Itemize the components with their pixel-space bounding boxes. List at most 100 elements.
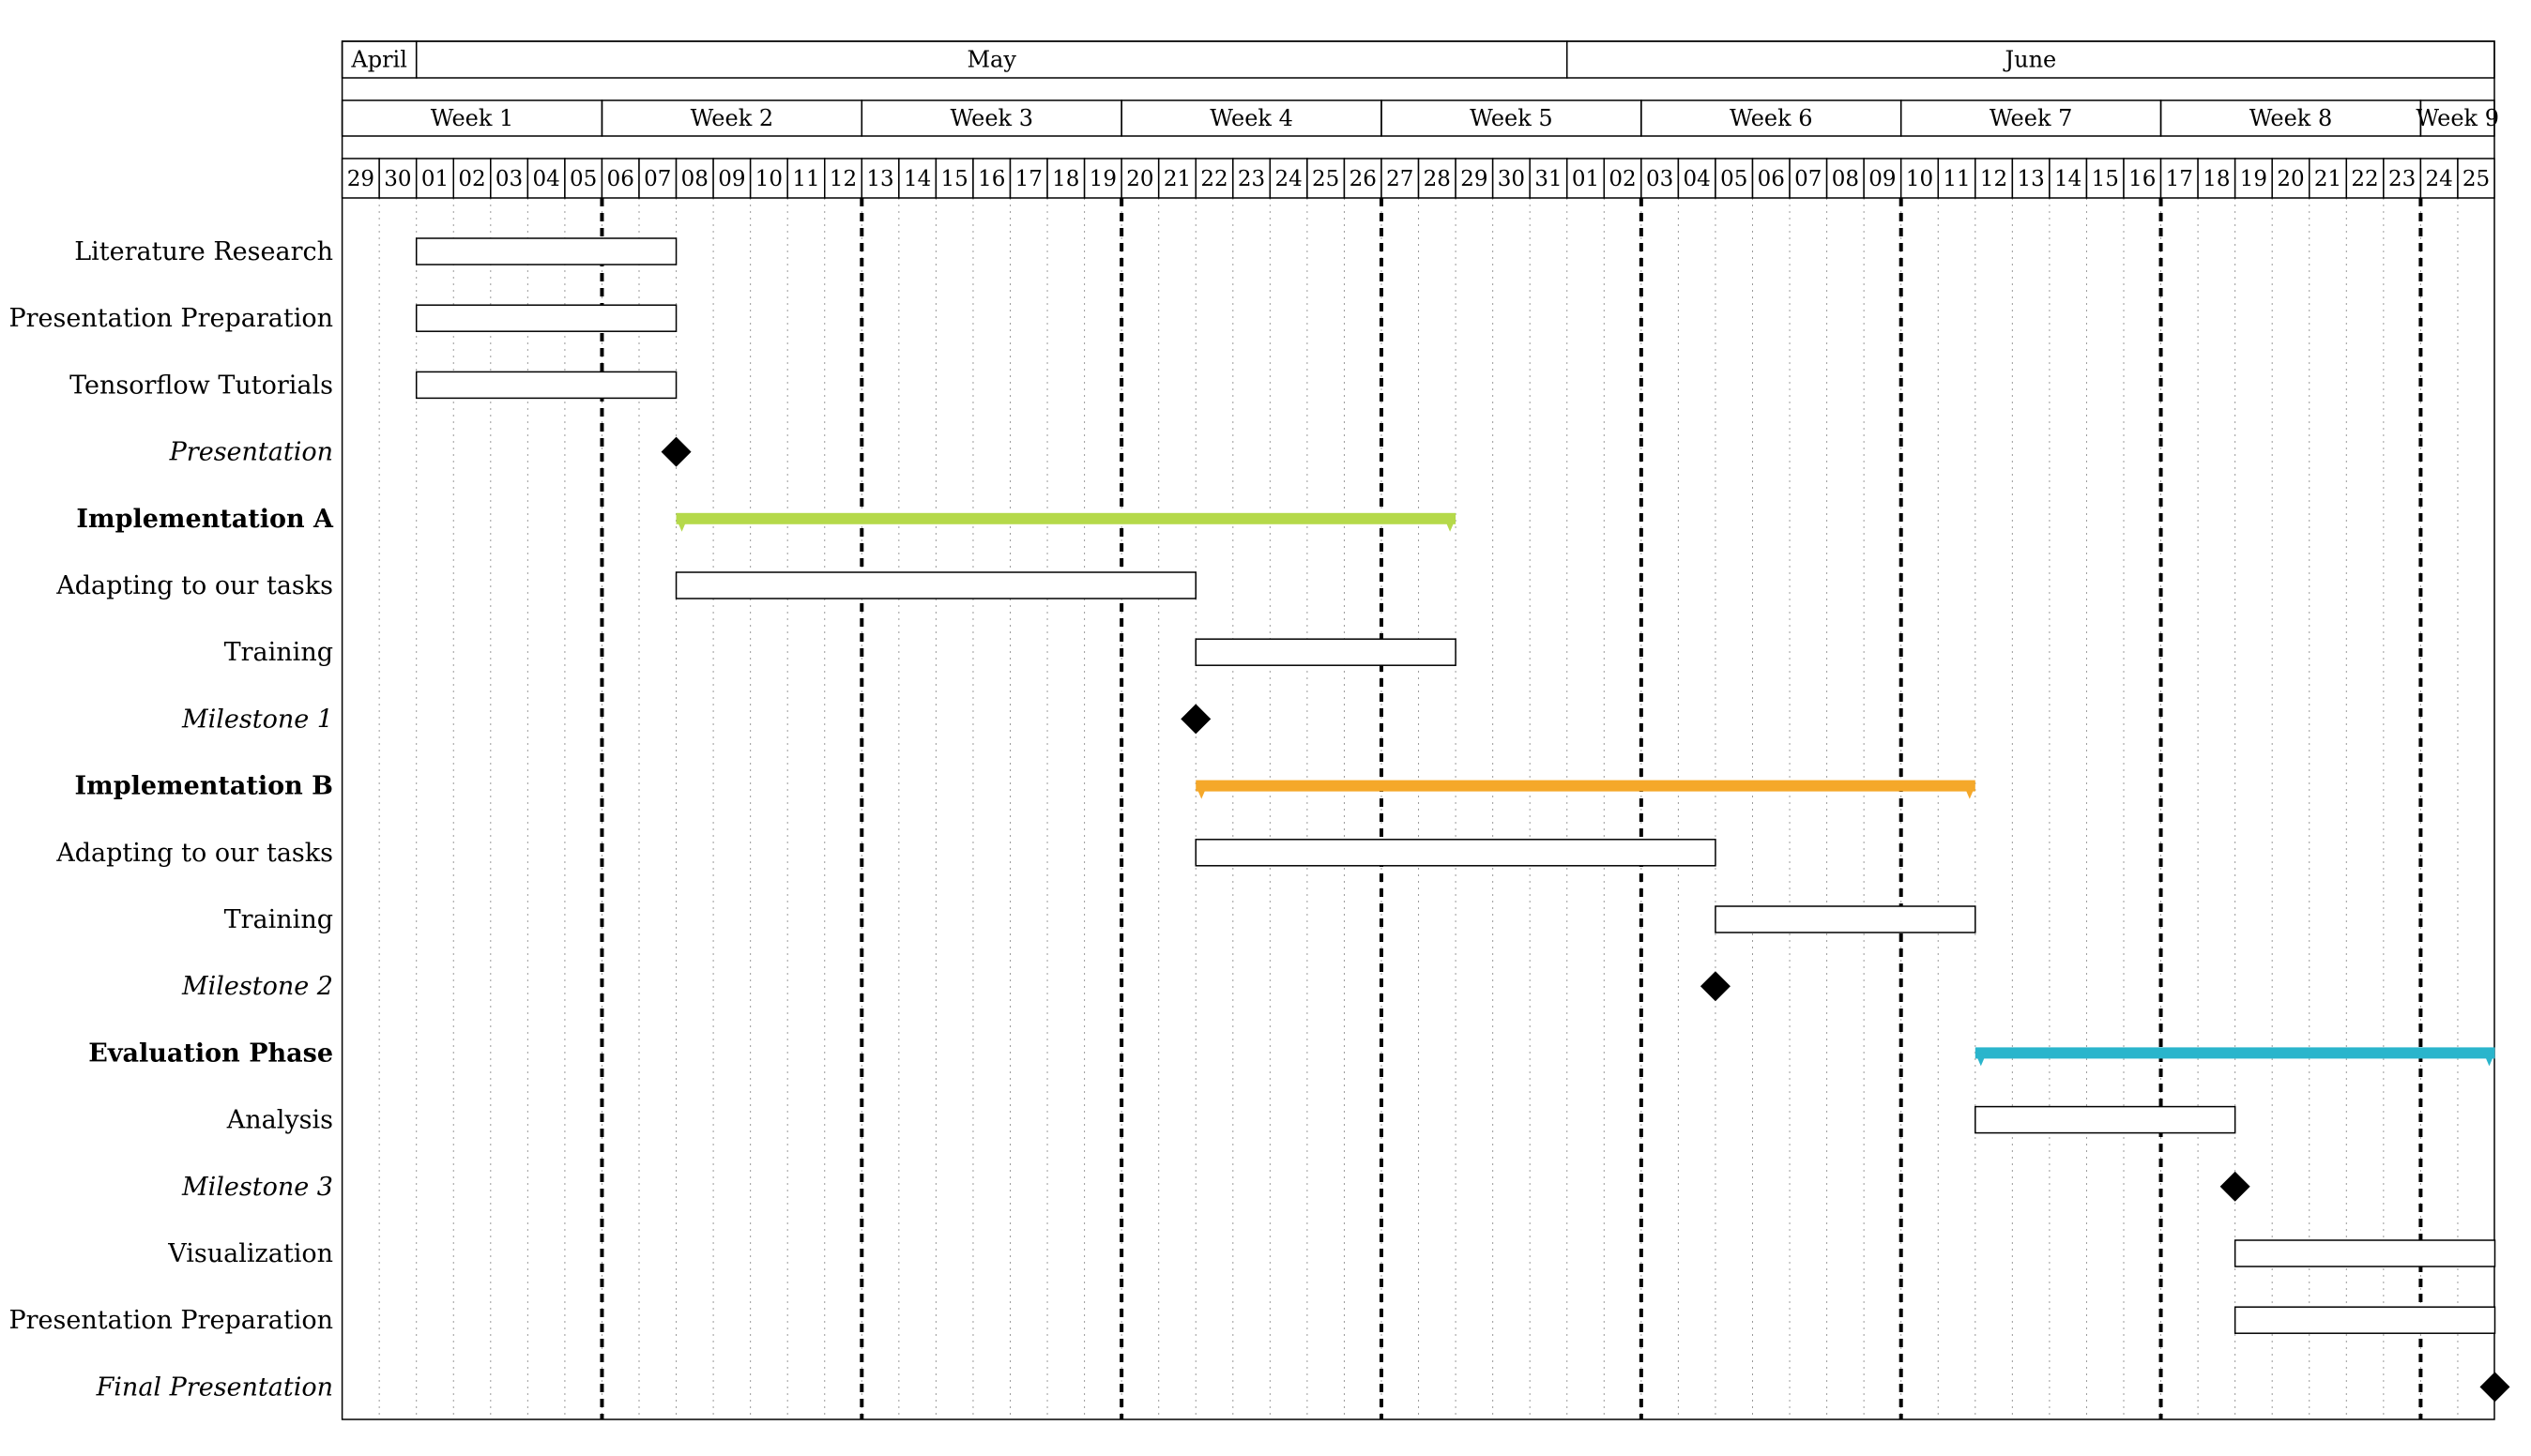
day-label: 19	[2240, 167, 2267, 191]
day-label: 04	[1684, 167, 1711, 191]
day-label: 24	[1274, 167, 1302, 191]
group-bar-start-cap	[1974, 1053, 1987, 1067]
day-label: 09	[718, 167, 745, 191]
group-bar-start-cap	[1196, 785, 1208, 799]
day-label: 29	[1460, 167, 1487, 191]
row-label: Adapting to our tasks	[55, 839, 333, 868]
gantt-chart: April May June Week 1 Week 2 Week 3 Week 4 Week…	[8, 40, 2510, 1420]
day-label: 18	[2203, 167, 2230, 191]
day-label: 27	[1386, 167, 1413, 191]
day-label: 26	[1349, 167, 1377, 191]
week-label: Week 6	[1730, 105, 1813, 131]
row-label: Presentation Preparation	[8, 1306, 333, 1335]
task-bar	[415, 371, 678, 400]
task-bar	[415, 304, 678, 332]
day-label: 17	[2166, 167, 2193, 191]
row-label: Implementation B	[75, 772, 333, 801]
day-label: 19	[1090, 167, 1117, 191]
day-label: 06	[607, 167, 634, 191]
row-label: Milestone 3	[181, 1173, 333, 1202]
task-bar	[675, 571, 1197, 599]
day-label: 25	[2462, 167, 2490, 191]
day-label: 10	[1906, 167, 1933, 191]
milestone-diamond	[661, 436, 692, 467]
group-bar-end-cap	[1963, 785, 1975, 799]
day-label: 05	[1720, 167, 1747, 191]
task-bar	[1974, 1105, 2236, 1134]
week-label: Week 1	[431, 105, 514, 131]
day-label: 08	[681, 167, 709, 191]
week-label: Week 8	[2249, 105, 2333, 131]
day-label: 07	[1794, 167, 1822, 191]
day-label: 16	[2128, 167, 2156, 191]
day-label: 14	[2054, 167, 2081, 191]
day-label: 30	[1498, 167, 1525, 191]
day-label: 20	[1126, 167, 1153, 191]
day-label: 12	[1980, 167, 2007, 191]
task-bar	[1715, 905, 1976, 933]
day-label: 20	[2277, 167, 2304, 191]
group-bar	[676, 512, 1456, 524]
day-label: 15	[941, 167, 968, 191]
week-label: Week 4	[1210, 105, 1293, 131]
row-label: Implementation A	[76, 505, 334, 534]
day-label: 17	[1015, 167, 1043, 191]
row-label: Visualization	[167, 1239, 333, 1268]
day-label: 03	[496, 167, 523, 191]
day-label: 13	[2017, 167, 2044, 191]
day-label: 14	[904, 167, 931, 191]
row-label: Tensorflow Tutorials	[69, 371, 333, 400]
day-label: 22	[2351, 167, 2378, 191]
group-bar-end-cap	[2483, 1053, 2495, 1067]
group-bar-end-cap	[1444, 518, 1456, 532]
week-label: Week 3	[950, 105, 1033, 131]
week-label: Week 7	[1990, 105, 2073, 131]
day-label: 11	[792, 167, 819, 191]
milestone-diamond	[1700, 971, 1731, 1002]
task-bar	[1195, 839, 1716, 867]
day-label: 25	[1312, 167, 1339, 191]
week-label: Week 9	[2416, 105, 2499, 131]
task-bar	[2234, 1306, 2496, 1334]
month-label: June	[2003, 47, 2057, 73]
task-bar	[415, 237, 678, 265]
row-label: Presentation Preparation	[8, 304, 333, 333]
day-label: 01	[421, 167, 449, 191]
day-label: 28	[1424, 167, 1451, 191]
day-label: 13	[866, 167, 893, 191]
week-label: Week 2	[691, 105, 774, 131]
day-label: 11	[1943, 167, 1970, 191]
row-label: Adapting to our tasks	[55, 571, 333, 600]
task-bar	[2234, 1239, 2496, 1267]
row-label: Milestone 1	[181, 705, 333, 734]
day-label: 30	[384, 167, 411, 191]
group-bar	[1974, 1047, 2495, 1059]
day-label: 01	[1572, 167, 1599, 191]
milestone-diamond	[1181, 704, 1212, 735]
day-label: 12	[830, 167, 857, 191]
day-label: 15	[2092, 167, 2119, 191]
row-label: Training	[224, 638, 333, 667]
day-label: 23	[1238, 167, 1265, 191]
day-label: 16	[978, 167, 1005, 191]
row-label: Final Presentation	[96, 1373, 333, 1402]
day-label: 18	[1052, 167, 1079, 191]
day-label: 05	[570, 167, 597, 191]
day-label: 22	[1200, 167, 1227, 191]
milestone-diamond	[2219, 1171, 2250, 1202]
day-label: 07	[644, 167, 671, 191]
group-bar-start-cap	[676, 518, 688, 532]
row-label: Evaluation Phase	[88, 1039, 333, 1068]
row-label: Presentation	[169, 438, 333, 467]
day-label: 04	[532, 167, 559, 191]
task-bar	[1195, 638, 1456, 666]
day-label: 24	[2426, 167, 2453, 191]
month-label: April	[350, 47, 407, 73]
day-label: 02	[458, 167, 485, 191]
row-label: Milestone 2	[181, 972, 333, 1001]
day-label: 03	[1646, 167, 1673, 191]
row-label: Literature Research	[74, 237, 333, 266]
grid-layer	[378, 198, 2459, 1419]
day-label: 09	[1868, 167, 1896, 191]
day-label: 08	[1832, 167, 1859, 191]
